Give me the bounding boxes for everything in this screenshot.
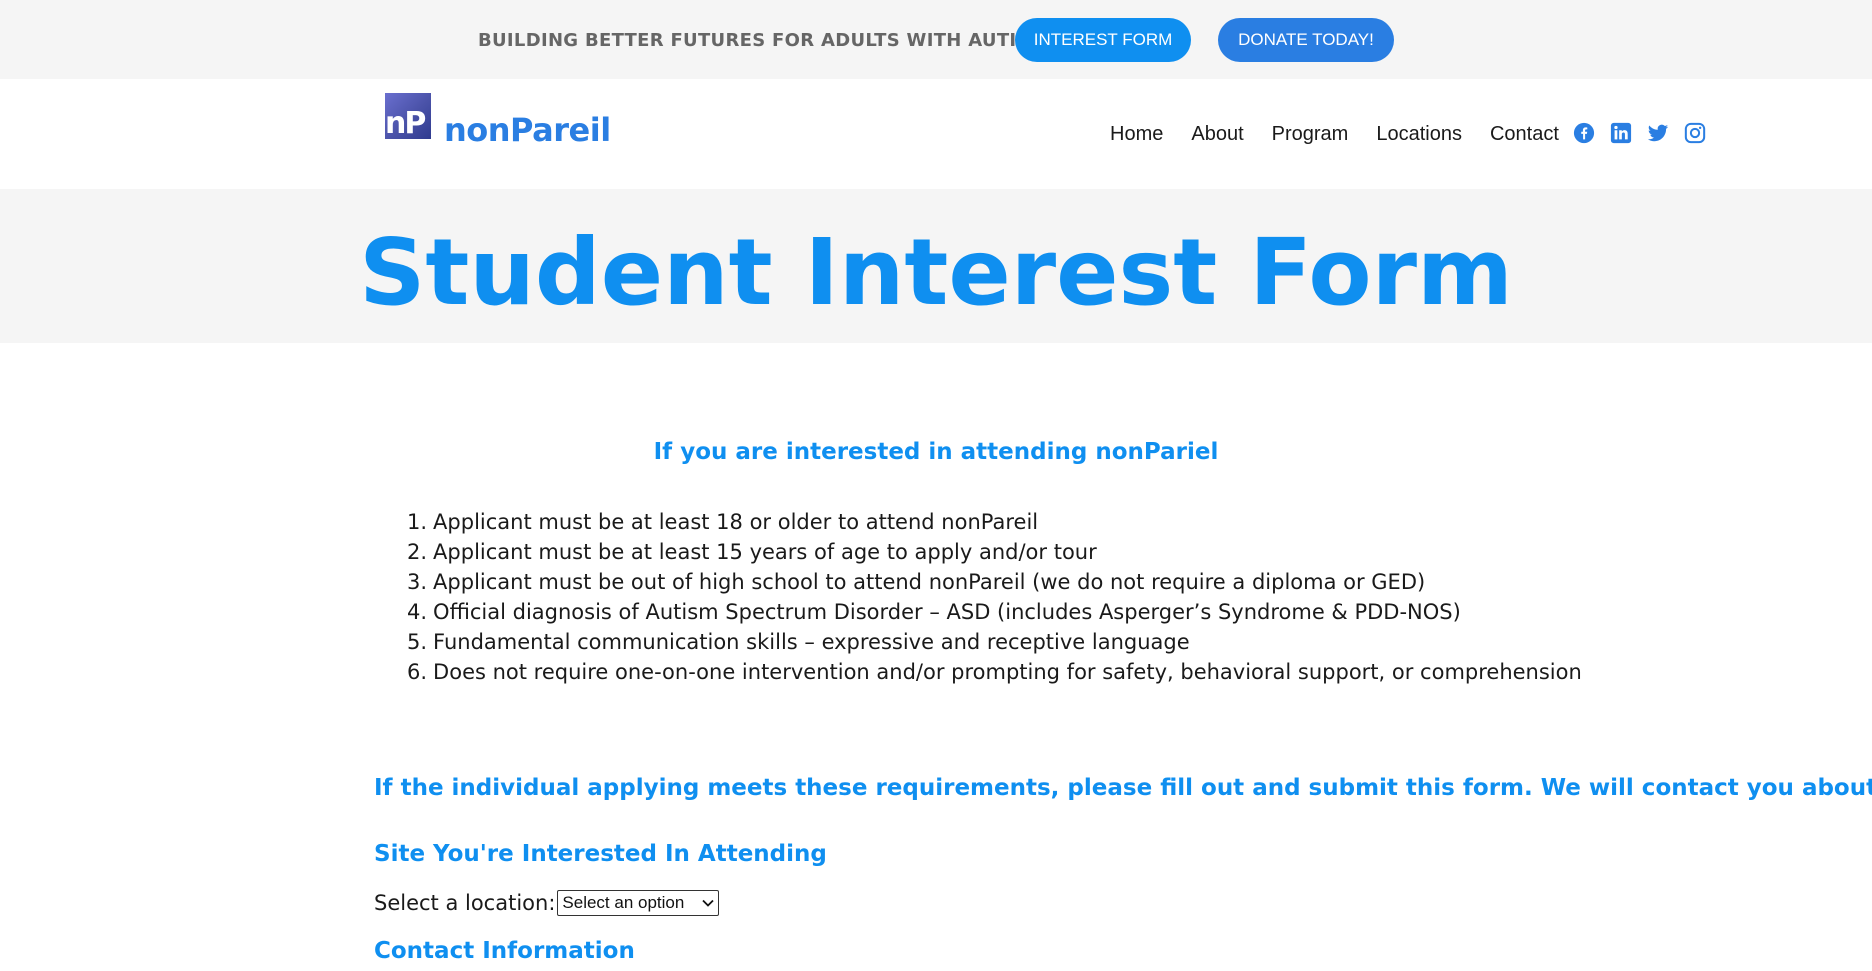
page-title: Student Interest Form [359,219,1513,326]
contact-heading: Contact Information [374,938,635,964]
list-item: 2. Applicant must be at least 15 years of… [407,540,1097,564]
list-item: 1. Applicant must be at least 18 or older… [407,510,1039,534]
site-header: nP nonPareil Home About Program Location… [0,79,1872,189]
donate-button[interactable]: DONATE TODAY! [1218,18,1394,62]
interest-form-button[interactable]: INTEREST FORM [1015,18,1191,62]
linkedin-icon[interactable] [1610,122,1632,144]
nav-contact[interactable]: Contact [1490,123,1559,146]
facebook-icon[interactable] [1573,122,1595,144]
nav-program[interactable]: Program [1272,123,1349,146]
list-item: 6. Does not require one-on-one interventi… [407,660,1582,684]
list-item: 5. Fundamental communication skills – exp… [407,630,1190,654]
chevron-down-icon [702,899,715,907]
location-field-row: Select a location: Select an option [374,890,720,916]
location-select-value: Select an option [562,893,685,912]
list-item: 3. Applicant must be out of high school t… [407,570,1426,594]
intro-heading: If you are interested in attending nonPa… [653,439,1219,465]
twitter-icon[interactable] [1647,122,1669,144]
nav-about[interactable]: About [1191,123,1243,146]
location-label: Select a location: [374,891,556,915]
tagline: BUILDING BETTER FUTURES FOR ADULTS WITH … [478,30,1048,51]
site-heading: Site You're Interested In Attending [374,841,827,867]
instagram-icon[interactable] [1684,122,1706,144]
logo-mark-text: nP [385,106,426,141]
title-band: Student Interest Form [0,189,1872,343]
requirements-list: 1. Applicant must be at least 18 or older… [407,509,1582,689]
nav-home[interactable]: Home [1110,123,1163,146]
logo-text[interactable]: nonPareil [444,111,611,149]
list-item: 4. Official diagnosis of Autism Spectrum … [407,600,1461,624]
main-nav: Home About Program Locations Contact [1110,123,1587,146]
announcement-bar: BUILDING BETTER FUTURES FOR ADULTS WITH … [0,0,1872,79]
location-select[interactable]: Select an option [557,890,720,916]
nav-locations[interactable]: Locations [1376,123,1462,146]
logo-icon[interactable]: nP [385,93,431,141]
social-links [1573,122,1721,144]
cta-heading: If the individual applying meets these r… [374,775,1872,801]
